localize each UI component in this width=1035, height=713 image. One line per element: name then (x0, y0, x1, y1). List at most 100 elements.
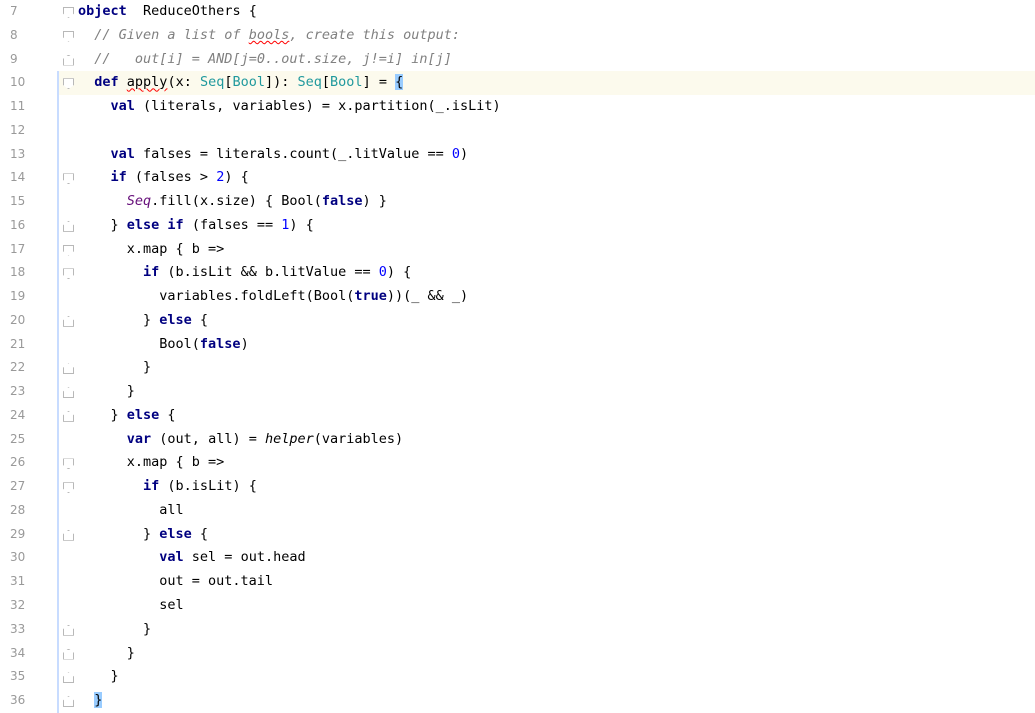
code-token: falses = literals.count(_.litValue == (134, 145, 452, 162)
line-number: 20 (10, 312, 26, 327)
code-line[interactable]: } (58, 689, 1035, 713)
code-line[interactable]: } else { (58, 523, 1035, 547)
line-number: 21 (10, 336, 26, 351)
line-number: 30 (10, 550, 26, 565)
code-text: var (out, all) = helper(variables) (78, 428, 403, 452)
code-token: { (191, 311, 209, 328)
line-number: 32 (10, 598, 26, 612)
code-line[interactable]: all (58, 499, 1035, 523)
code-text: x.map { b => (78, 238, 225, 262)
code-line[interactable]: variables.foldLeft(Bool(true))(_ && _) (58, 285, 1035, 309)
code-token: if (143, 264, 160, 281)
line-number: 23 (10, 384, 26, 399)
code-token: if (110, 169, 127, 186)
code-line[interactable]: x.map { b => (58, 451, 1035, 475)
code-token: { (191, 525, 209, 542)
code-token: // out[i] = AND[j=0..out.size, j!=i] in[… (94, 50, 452, 67)
code-text: object ReduceOthers { (78, 0, 257, 24)
code-token: object (78, 3, 127, 19)
code-line[interactable]: } else { (58, 309, 1035, 333)
code-line[interactable]: if (b.isLit) { (58, 475, 1035, 499)
line-number: 31 (10, 574, 26, 589)
code-line[interactable]: } (58, 665, 1035, 689)
code-token: apply (126, 74, 168, 91)
code-text: } else if (falses == 1) { (78, 214, 314, 238)
code-token: else (126, 406, 160, 423)
code-token: val (110, 98, 135, 115)
code-text: val sel = out.head (78, 546, 306, 570)
code-text: } (78, 380, 135, 404)
code-token: variables.foldLeft(Bool( (78, 288, 355, 305)
code-line[interactable]: } (58, 356, 1035, 380)
code-line[interactable]: if (falses > 2) { (58, 166, 1035, 190)
code-token: var (126, 430, 152, 447)
code-line[interactable]: // Given a list of bools, create this ou… (58, 24, 1035, 48)
code-line[interactable] (58, 119, 1035, 143)
code-token: (x: (167, 74, 200, 91)
line-number: 16 (10, 217, 26, 232)
code-text: sel (78, 594, 183, 618)
code-line[interactable]: Bool(false) (58, 333, 1035, 357)
code-text: all (78, 499, 183, 523)
code-token: } (78, 216, 127, 233)
code-line[interactable]: } else { (58, 404, 1035, 428)
line-number: 34 (10, 645, 26, 660)
code-token: out = out.tail (78, 573, 274, 590)
code-token: (literals, variables) = x.partition(_.is… (134, 98, 501, 115)
line-number: 17 (10, 241, 26, 256)
code-line[interactable]: Seq.fill(x.size) { Bool(false) } (58, 190, 1035, 214)
code-text: out = out.tail (78, 570, 273, 594)
code-line[interactable]: // out[i] = AND[j=0..out.size, j!=i] in[… (58, 48, 1035, 72)
code-line[interactable]: } else if (falses == 1) { (58, 214, 1035, 238)
code-area[interactable]: object ReduceOthers { // Given a list of… (58, 0, 1035, 713)
code-token: Bool( (78, 335, 200, 352)
line-number: 24 (10, 407, 26, 422)
code-line[interactable]: val (literals, variables) = x.partition(… (58, 95, 1035, 119)
code-line[interactable]: x.map { b => (58, 238, 1035, 262)
code-text: } (78, 356, 151, 380)
code-token: ) (240, 335, 249, 352)
code-text: } (78, 665, 119, 689)
code-line[interactable]: if (b.isLit && b.litValue == 0) { (58, 261, 1035, 285)
code-line[interactable]: var (out, all) = helper(variables) (58, 428, 1035, 452)
code-line[interactable]: out = out.tail (58, 570, 1035, 594)
line-number-gutter[interactable]: 7 8 9 10 11 12 13 14 15 16 17 18 19 20 21 22 23 24 25 26 27 2… (0, 0, 58, 713)
code-text: } (78, 618, 151, 642)
code-token: sel = out.head (183, 549, 306, 566)
line-number: 25 (10, 431, 26, 446)
code-text: // out[i] = AND[j=0..out.size, j!=i] in[… (78, 48, 452, 72)
code-token: Seq (297, 74, 322, 91)
code-token: .fill(x.size) { Bool( (151, 193, 322, 210)
code-editor[interactable]: 7 8 9 10 11 12 13 14 15 16 17 18 19 20 21 22 23 24 25 26 27 2… (0, 0, 1035, 713)
code-token: [ (321, 74, 331, 91)
code-token: } (78, 383, 135, 400)
code-line[interactable]: } (58, 618, 1035, 642)
code-line[interactable]: val falses = literals.count(_.litValue =… (58, 143, 1035, 167)
line-number: 18 (10, 265, 26, 280)
code-token: def (94, 74, 119, 91)
code-token: (b.isLit) { (159, 478, 257, 495)
code-line[interactable]: } (58, 642, 1035, 666)
line-number: 28 (10, 502, 26, 517)
code-line[interactable]: sel (58, 594, 1035, 618)
code-text: } else { (78, 523, 208, 547)
code-token: } (78, 620, 152, 637)
code-line[interactable]: def apply(x: Seq[Bool]): Seq[Bool] = { (58, 71, 1035, 96)
code-line[interactable]: val sel = out.head (58, 546, 1035, 570)
code-token: } (78, 311, 160, 328)
line-number: 35 (10, 669, 26, 684)
line-number: 12 (10, 122, 26, 137)
code-line[interactable]: } (58, 380, 1035, 404)
code-line[interactable]: object ReduceOthers { (58, 0, 1035, 24)
line-number: 19 (10, 289, 26, 304)
code-token: val (159, 549, 184, 566)
